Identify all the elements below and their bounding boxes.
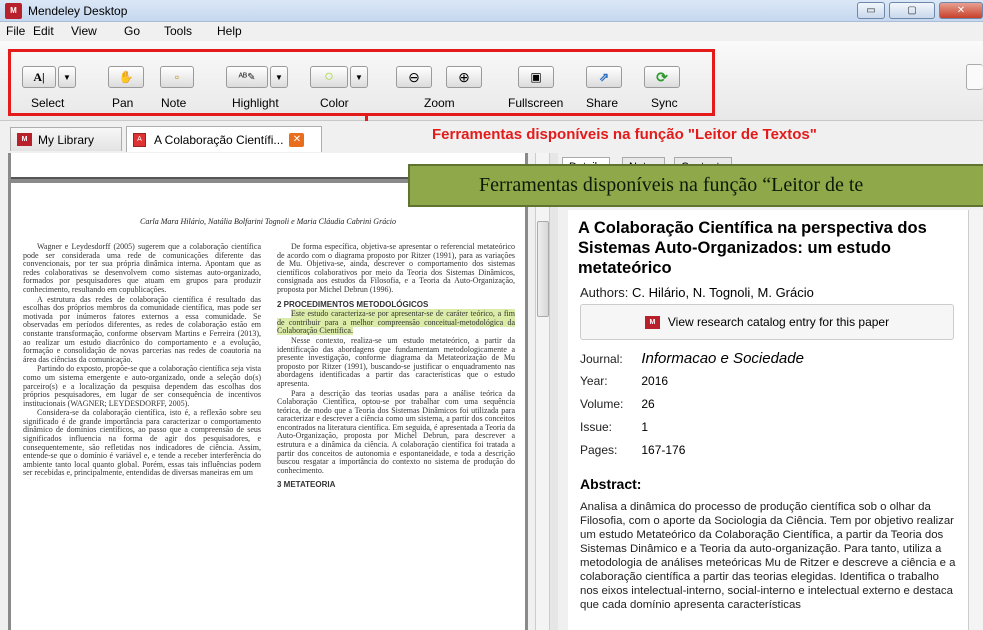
view-catalog-button[interactable]: M View research catalog entry for this p…	[580, 304, 954, 340]
annotation-red-label: Ferramentas disponíveis na função "Leito…	[432, 126, 817, 143]
menu-edit[interactable]: Edit	[33, 24, 54, 38]
journal-value[interactable]: Informacao e Sociedade	[641, 350, 804, 367]
menu-go[interactable]: Go	[124, 24, 140, 38]
details-panel: A Colaboração Científica na perspectiva …	[568, 210, 968, 630]
pdf-paragraph: Considera-se da colaboração científica, …	[23, 408, 261, 478]
toolbar-search-box[interactable]	[966, 64, 983, 90]
volume-row: Volume: 26	[580, 397, 655, 411]
pdf-highlighted-paragraph[interactable]: Este estudo caracteriza-se por apresenta…	[277, 309, 515, 336]
close-button[interactable]: ✕	[939, 2, 983, 19]
pages-value[interactable]: 167-176	[641, 443, 685, 457]
pdf-viewer[interactable]: Carla Mara Hilário, Natália Bolfarini To…	[8, 153, 528, 630]
journal-row: Journal: Informacao e Sociedade	[580, 350, 804, 367]
pages-label: Pages:	[580, 443, 618, 457]
tab-document[interactable]: A A Colaboração Científi... ✕	[126, 126, 322, 152]
title-bar: M Mendeley Desktop ▭ ▢ ✕	[0, 0, 983, 22]
tab-library-label: My Library	[38, 132, 95, 147]
window-title: Mendeley Desktop	[28, 4, 128, 18]
pdf-paragraph: Partindo do exposto, propõe-se que a col…	[23, 364, 261, 408]
menu-file[interactable]: File	[6, 24, 25, 38]
view-catalog-label: View research catalog entry for this pap…	[667, 315, 890, 329]
authors-value[interactable]: C. Hilário, N. Tognoli, M. Grácio	[632, 285, 814, 300]
year-value[interactable]: 2016	[641, 374, 668, 388]
abstract-text[interactable]: Analisa a dinâmica do processo de produç…	[580, 500, 958, 612]
pdf-page[interactable]: Carla Mara Hilário, Natália Bolfarini To…	[11, 183, 525, 630]
mendeley-logo-icon: M	[17, 133, 32, 146]
year-label: Year:	[580, 374, 608, 388]
minimize-button[interactable]: ▭	[857, 2, 885, 19]
pdf-right-column: De forma específica, objetiva-se apresen…	[277, 243, 515, 630]
issue-row: Issue: 1	[580, 420, 648, 434]
document-title[interactable]: A Colaboração Científica na perspectiva …	[578, 218, 958, 278]
menu-bar: File Edit View Go Tools Help	[0, 22, 983, 41]
volume-value[interactable]: 26	[641, 397, 654, 411]
menu-help[interactable]: Help	[217, 24, 242, 38]
pdf-running-head: Carla Mara Hilário, Natália Bolfarini To…	[140, 217, 396, 226]
pdf-scrollbar[interactable]	[535, 153, 550, 630]
tab-my-library[interactable]: M My Library	[10, 127, 122, 151]
tab-document-label: A Colaboração Científi...	[154, 132, 284, 147]
pdf-paragraph: A estrutura das redes de colaboração cie…	[23, 294, 261, 364]
authors-label: Authors:	[580, 285, 629, 300]
scrollbar-thumb[interactable]	[537, 221, 549, 317]
annotation-green-banner: Ferramentas disponíveis na função “Leito…	[408, 164, 983, 207]
pdf-paragraph: Nesse contexto, realiza-se um estudo met…	[277, 335, 515, 388]
year-row: Year: 2016	[580, 374, 668, 388]
annotation-red-box	[8, 49, 715, 116]
annotation-green-label: Ferramentas disponíveis na função “Leito…	[479, 174, 864, 196]
pdf-paragraph: De forma específica, objetiva-se apresen…	[277, 243, 515, 294]
pdf-section-heading: 2 PROCEDIMENTOS METODOLÓGICOS	[277, 299, 429, 309]
authors-row: Authors: C. Hilário, N. Tognoli, M. Grác…	[580, 285, 814, 300]
pages-row: Pages: 167-176	[580, 443, 685, 457]
mendeley-logo-icon: M	[5, 3, 22, 19]
volume-label: Volume:	[580, 397, 624, 411]
issue-label: Issue:	[580, 420, 613, 434]
issue-value[interactable]: 1	[641, 420, 648, 434]
close-tab-icon[interactable]: ✕	[289, 132, 305, 147]
abstract-heading: Abstract:	[580, 476, 642, 492]
journal-label: Journal:	[580, 352, 623, 366]
pdf-icon: A	[133, 132, 146, 147]
menu-tools[interactable]: Tools	[164, 24, 192, 38]
menu-view[interactable]: View	[71, 24, 97, 38]
pdf-left-column: Wagner e Leydesdorff (2005) sugerem que …	[23, 243, 261, 630]
details-scrollbar[interactable]	[968, 210, 983, 630]
pane-splitter[interactable]	[550, 153, 558, 630]
pdf-section-heading: 3 METATEORIA	[277, 480, 336, 490]
mendeley-logo-icon: M	[644, 315, 660, 329]
maximize-button[interactable]: ▢	[889, 2, 935, 19]
pdf-paragraph: Para a descrição das teorias usadas para…	[277, 388, 515, 475]
pdf-paragraph: Wagner e Leydesdorff (2005) sugerem que …	[23, 243, 261, 294]
highlight-mark[interactable]: Este estudo caracteriza-se por apresenta…	[277, 309, 515, 336]
